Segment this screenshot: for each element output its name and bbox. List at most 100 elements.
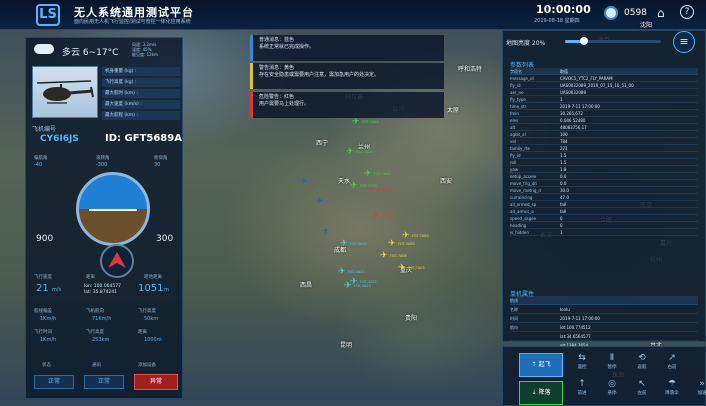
stat-value: -300 (96, 162, 108, 168)
metric-value: 50km (144, 316, 159, 322)
cell-value: fall (560, 209, 567, 214)
comm-normal-button[interactable]: 正常 (84, 375, 124, 389)
cell-key: aglat_al (510, 132, 526, 137)
alert-button[interactable]: 异常 (134, 374, 178, 390)
notice-info[interactable]: 普通消息：蓝色 系统正常就已完成操作。 (250, 35, 444, 61)
aircraft-marker-icon[interactable]: ✈ (316, 198, 324, 207)
table-row[interactable]: yaw 1.8 (510, 166, 698, 173)
map-city-label: 昆明 (340, 342, 353, 349)
table-row[interactable]: aglat_al 100 (510, 131, 698, 138)
user-icon[interactable] (604, 6, 618, 20)
notice-danger[interactable]: 危险警告：红色 用户需要马上处理行。 (250, 92, 444, 118)
clock-date: 2019-08-18 星期四 (534, 18, 580, 24)
menu-icon[interactable]: ≡ (673, 31, 695, 53)
control-button[interactable]: ↖ 左前 (629, 379, 655, 396)
cell-key: fly_type (510, 97, 526, 102)
table-row[interactable]: aer_no UAS0032089 (510, 89, 698, 96)
cell-key: aer_no (510, 90, 524, 95)
takeoff-button[interactable]: ⇡ 起飞 (519, 353, 563, 377)
control-button[interactable]: ↗ 右前 (659, 353, 685, 370)
table-row[interactable]: fmin 30.265,672 (510, 110, 698, 117)
table-row[interactable]: is_hidden 1 (510, 229, 698, 236)
control-button[interactable]: ⟲ 返航 (629, 353, 655, 370)
cell-value: 0 (560, 223, 563, 228)
table-row[interactable]: setup_accele 0.0 (510, 173, 698, 180)
status-normal-button[interactable]: 正常 (34, 375, 74, 389)
notice-warning[interactable]: 警告消息：黄色 存在安全隐患或需要用户注意，需加急用户的处决定。 (250, 63, 444, 89)
help-icon[interactable]: ? (680, 5, 694, 19)
cell-value: 1.5 (560, 160, 567, 165)
aircraft-label: FGT-3A30 (378, 188, 395, 192)
aircraft-marker-icon[interactable]: ✈ (364, 170, 372, 179)
table-row[interactable]: fly_id UAS0032089_2019_07_15_10_53_00 (510, 82, 698, 89)
cell-value: 100 (560, 132, 568, 137)
table-row[interactable]: time_str 2019-7-11 17:00:00 (510, 103, 698, 110)
land-button[interactable]: ⇣ 降落 (519, 381, 563, 405)
aircraft-marker-icon[interactable]: ✈ (350, 182, 358, 191)
spec-row: 飞行高度 (kg) : (102, 78, 180, 87)
table-row[interactable]: family_rte 271 (510, 145, 698, 152)
aircraft-marker-icon[interactable]: ✈ (388, 240, 396, 249)
table-row[interactable]: message_id CAVOC5_YTC2_FLY_PARAM (510, 75, 698, 82)
table-row[interactable]: 时间 2019-7-11 17:00:00 (510, 314, 698, 323)
table-row[interactable]: vel 784 (510, 138, 698, 145)
table-row[interactable]: fly_type 1 (510, 96, 698, 103)
control-button[interactable]: ☂ 降落伞 (659, 379, 685, 396)
table-row[interactable]: 名称 Ionlu (510, 305, 698, 314)
home-icon[interactable]: ⌂ (657, 6, 665, 20)
spec-row: 最大航程 (km) : (102, 111, 180, 120)
cell-value: 784 (560, 139, 568, 144)
table-row[interactable]: heading 0 (510, 222, 698, 229)
aircraft-marker-icon[interactable]: ✈ (380, 252, 388, 261)
aircraft-marker-icon[interactable]: ✈ (338, 268, 346, 277)
aircraft-marker-icon[interactable]: ✈ (402, 232, 410, 241)
cell-key: fly_id (510, 83, 521, 88)
table-row[interactable]: fly_id 1.5 (510, 152, 698, 159)
aircraft-marker-icon[interactable]: ✈ (340, 240, 348, 249)
top-bar: LS 无人系统通用测试平台 面向民用无人机飞行监控/测试与管控一体化应用系统 1… (0, 0, 706, 30)
control-button[interactable]: Ⅱ 暂停 (599, 353, 625, 370)
control-button[interactable]: ◎ 悬停 (599, 379, 625, 396)
aircraft-marker-icon[interactable]: ✈ (322, 228, 330, 237)
table-row[interactable]: roll 1.5 (510, 159, 698, 166)
aircraft-marker-icon[interactable]: ✈ (344, 282, 352, 291)
table-row[interactable]: move_metrig_d 30.0 (510, 187, 698, 194)
control-button[interactable]: ↑ 前进 (569, 379, 595, 396)
aircraft-label: FGT-4A23 (354, 284, 371, 288)
helicopter-image (32, 66, 98, 118)
control-button[interactable]: ⇆ 遥控 (569, 353, 595, 370)
aircraft-label: FGT-3A60 (398, 242, 415, 246)
spec-row: 最大速度 (km/s) : (102, 100, 180, 109)
table-row[interactable]: lat:34.6564577 (510, 332, 698, 341)
table-row[interactable]: 航向 lot:100.774512 (510, 323, 698, 332)
table-row[interactable]: alt 48083756,17 (510, 124, 698, 131)
aircraft-marker-icon[interactable]: ✈ (398, 264, 406, 273)
aircraft-marker-icon[interactable]: ✈ (372, 212, 380, 221)
cloud-icon (34, 44, 54, 54)
table-row[interactable]: speed_sagee 0 (510, 215, 698, 222)
map-city-label: 贵阳 (405, 315, 418, 322)
table-row[interactable]: all_armed_sp fall (510, 201, 698, 208)
map-city-label: 西宁 (316, 140, 329, 147)
table-row[interactable]: curraincing 47.0 (510, 194, 698, 201)
table-row[interactable]: move_frig_dri 0.0 (510, 180, 698, 187)
metric-label: 飞机航向 (86, 309, 104, 314)
aircraft-marker-icon[interactable]: ✈ (368, 186, 376, 195)
cell-value: 1 (560, 230, 563, 235)
cell-key: all_armed_sp (510, 202, 537, 207)
aircraft-label: FGT-7A40 (374, 172, 391, 176)
user-id[interactable]: 0598 (624, 8, 647, 18)
aircraft-marker-icon[interactable]: ✈ (346, 148, 354, 157)
control-button[interactable]: » 加速 (689, 379, 706, 396)
cell-value: 48083756,17 (560, 125, 587, 130)
table-header: 字段名 取值 (510, 68, 698, 75)
cell-value: 30.0 (560, 188, 569, 193)
brightness-slider[interactable] (565, 37, 661, 45)
table-row[interactable]: elev 0.046 52480 (510, 117, 698, 124)
aircraft-marker-icon[interactable]: ✈ (300, 178, 308, 187)
aircraft-marker-icon[interactable]: ✈ (352, 118, 360, 127)
stat-label: 滚转角 (96, 156, 110, 161)
aircraft-label: FGT-7A05 (408, 266, 425, 270)
table-row[interactable]: ad_armcs_a fall (510, 208, 698, 215)
spec-row: 最大航时 (km) : (102, 89, 180, 98)
